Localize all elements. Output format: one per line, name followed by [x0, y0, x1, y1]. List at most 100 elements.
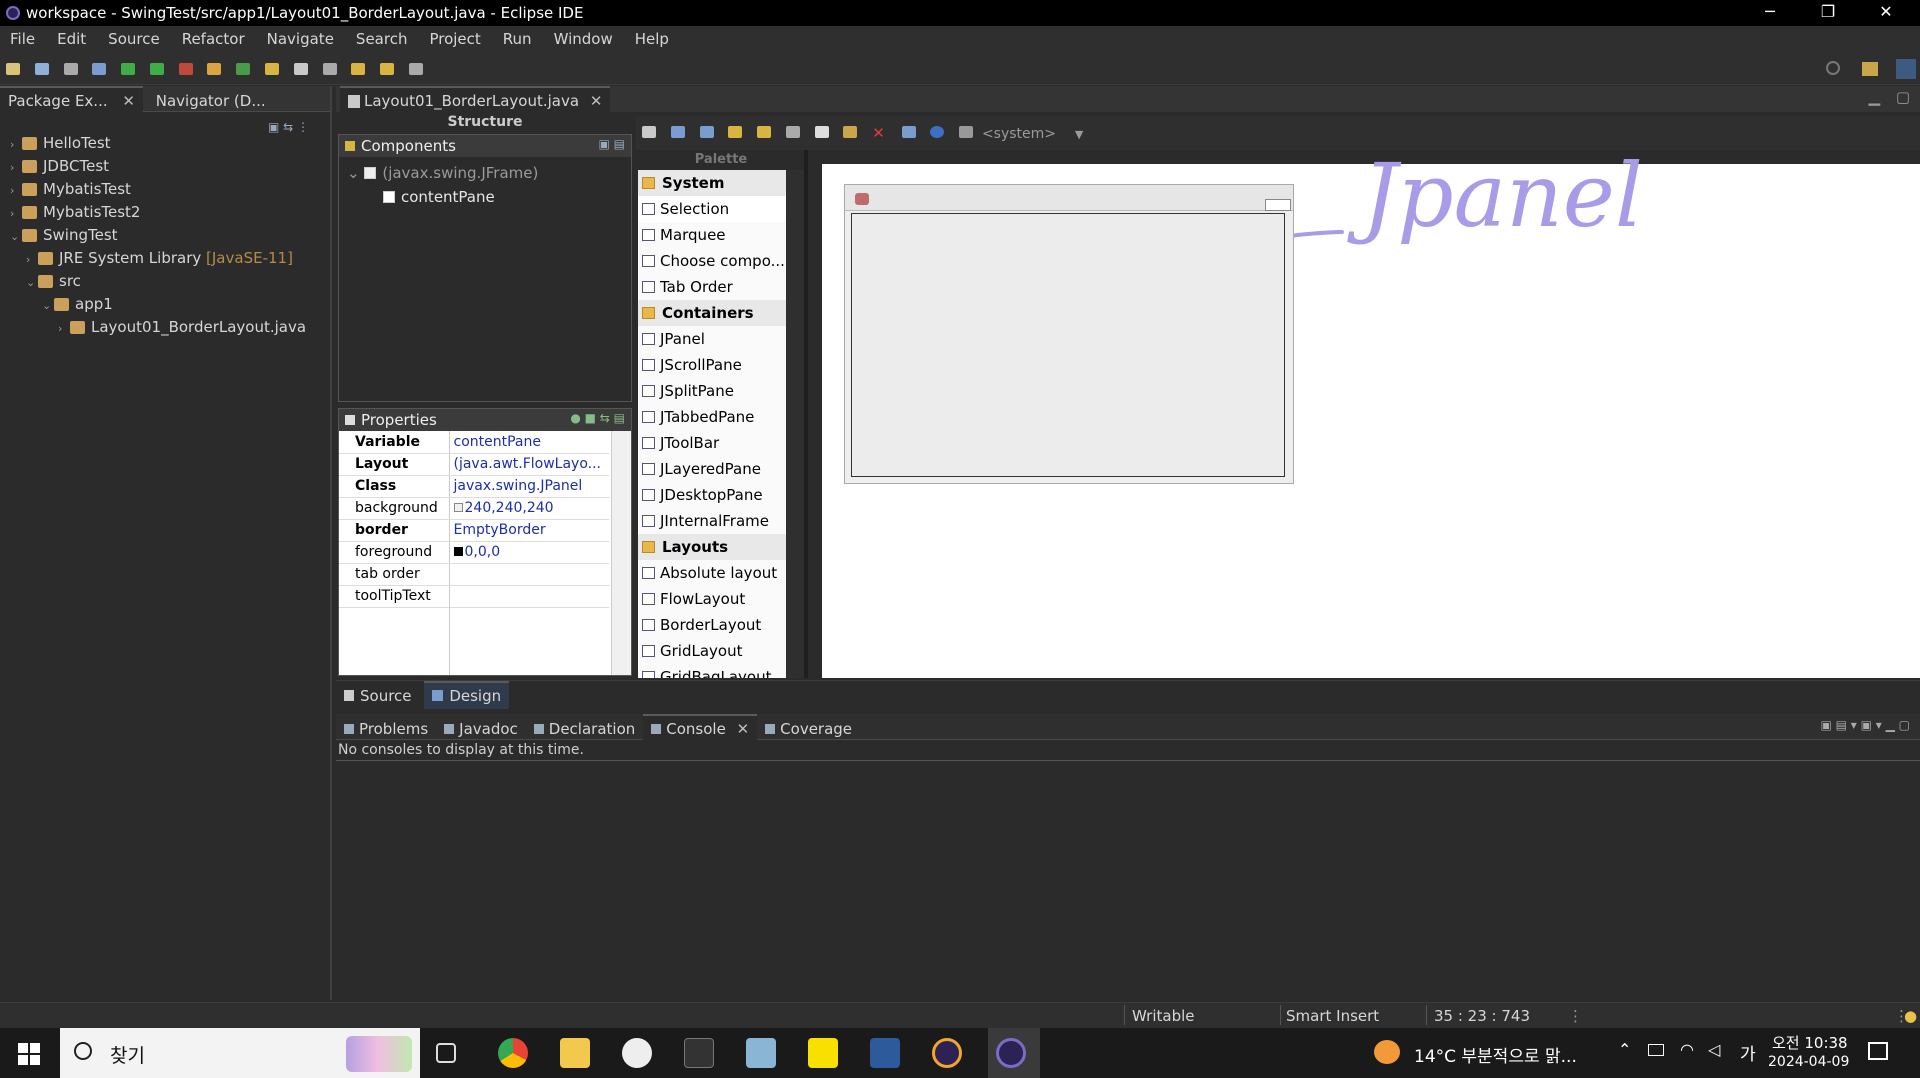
paste-icon[interactable] — [843, 126, 858, 138]
delete-icon[interactable]: ✕ — [872, 124, 885, 142]
palette-item[interactable]: Selection — [638, 196, 804, 222]
chevron-down-icon[interactable]: ▼ — [1075, 128, 1083, 141]
sql-developer-icon[interactable] — [870, 1038, 900, 1068]
property-value[interactable]: 240,240,240 — [449, 497, 609, 520]
palette-category[interactable]: Layouts — [638, 534, 804, 560]
close-tab-icon[interactable]: ✕ — [590, 92, 603, 110]
debug-icon[interactable] — [92, 63, 107, 75]
properties-scrollbar[interactable] — [611, 431, 631, 675]
tree-item[interactable]: › JRE System Library [JavaSE-11] — [0, 247, 330, 270]
jframe-control[interactable] — [1265, 199, 1291, 211]
tree-arrow-icon[interactable]: › — [58, 317, 70, 340]
property-row[interactable]: background 240,240,240 — [339, 497, 609, 520]
tree-arrow-icon[interactable]: ⌄ — [42, 294, 54, 317]
menu-help[interactable]: Help — [625, 26, 681, 48]
palette-item[interactable]: JPanel — [638, 326, 804, 352]
maximize-button[interactable]: ❐ — [1808, 2, 1848, 21]
menu-run[interactable]: Run — [493, 26, 544, 48]
palette-item[interactable]: JSplitPane — [638, 378, 804, 404]
expand-collapse-icon[interactable]: ▣ ▤ — [599, 137, 626, 151]
palette-item[interactable]: GridLayout — [638, 638, 804, 664]
property-value[interactable]: 0,0,0 — [449, 541, 609, 564]
eclipse-active-icon[interactable] — [996, 1038, 1026, 1068]
close-icon[interactable]: ✕ — [737, 720, 750, 738]
game-app-icon[interactable] — [622, 1038, 652, 1068]
undo-icon[interactable] — [728, 126, 743, 138]
palette-item[interactable]: Tab Order — [638, 274, 804, 300]
tab-javadoc[interactable]: Javadoc — [436, 716, 526, 742]
palette-item[interactable]: JDesktopPane — [638, 482, 804, 508]
open-type-icon[interactable] — [265, 63, 280, 75]
tree-arrow-icon[interactable]: › — [26, 248, 38, 271]
collapse-all-icon[interactable]: ▣ ⇆ ⋮ — [268, 120, 309, 134]
tab-layout01-borderlayout[interactable]: Layout01_BorderLayout.java ✕ — [340, 86, 611, 114]
tree-arrow-icon[interactable]: › — [10, 156, 22, 179]
preview-icon[interactable] — [699, 126, 714, 138]
forward-icon[interactable] — [380, 63, 395, 75]
switch-to-code-icon[interactable] — [670, 126, 685, 138]
new-java-project-icon[interactable] — [207, 63, 222, 75]
tree-arrow-icon[interactable]: › — [10, 133, 22, 156]
palette-item[interactable]: JLayeredPane — [638, 456, 804, 482]
menu-search[interactable]: Search — [346, 26, 420, 48]
property-value[interactable]: (java.awt.FlowLayo... — [449, 453, 609, 476]
minimize-editor-icon[interactable]: ▁ — [1868, 88, 1880, 106]
kakaotalk-icon[interactable] — [808, 1038, 838, 1068]
tree-arrow-icon[interactable]: ⌄ — [10, 225, 22, 248]
menu-navigate[interactable]: Navigate — [257, 26, 346, 48]
jframe-titlebar[interactable] — [845, 185, 1293, 211]
minimize-button[interactable]: ─ — [1750, 2, 1790, 21]
tab-declaration[interactable]: Declaration — [526, 716, 643, 742]
component-contentpane[interactable]: contentPane — [347, 185, 623, 209]
annotation-icon[interactable] — [322, 63, 337, 75]
tip-icon[interactable]: ● — [1904, 1007, 1917, 1025]
globe-icon[interactable] — [930, 126, 945, 138]
palette-item[interactable]: JScrollPane — [638, 352, 804, 378]
tree-item[interactable]: ⌄ SwingTest — [0, 224, 330, 247]
notification-icon[interactable] — [1868, 1042, 1888, 1060]
palette-item[interactable]: GridBagLayout — [638, 664, 804, 678]
save-all-icon[interactable] — [63, 63, 78, 75]
test-gui-icon[interactable] — [642, 126, 656, 138]
console-toolbar-icons[interactable]: ▣ ▤ ▾ ▣ ▾ ▁ ▢ — [1820, 718, 1910, 732]
palette-item[interactable]: BorderLayout — [638, 612, 804, 638]
menu-refactor[interactable]: Refactor — [172, 26, 257, 48]
property-row[interactable]: border EmptyBorder — [339, 519, 609, 542]
property-row[interactable]: toolTipText — [339, 585, 609, 608]
contentpane-panel[interactable] — [851, 213, 1285, 477]
tab-coverage[interactable]: Coverage — [757, 716, 860, 742]
task-view-icon[interactable] — [436, 1043, 456, 1063]
tree-item[interactable]: ⌄ src — [0, 270, 330, 293]
palette-item[interactable]: Choose compo... — [638, 248, 804, 274]
speaker-icon[interactable]: ◁ — [1708, 1040, 1720, 1059]
taskbar-search-box[interactable]: 찾기 — [60, 1028, 420, 1078]
battery-icon[interactable] — [1648, 1044, 1664, 1056]
back-icon[interactable] — [351, 63, 366, 75]
externalize-strings-icon[interactable] — [901, 126, 916, 138]
palette-item[interactable]: JToolBar — [638, 430, 804, 456]
redo-icon[interactable] — [757, 126, 772, 138]
tab-source[interactable]: Source — [336, 683, 420, 709]
property-value[interactable]: javax.swing.JPanel — [449, 475, 609, 498]
property-row[interactable]: foreground 0,0,0 — [339, 541, 609, 564]
new-icon[interactable] — [6, 63, 20, 75]
property-value[interactable] — [449, 563, 609, 586]
status-more-icon[interactable]: ⋮ — [1568, 1007, 1583, 1025]
menu-project[interactable]: Project — [419, 26, 492, 48]
tree-arrow-icon[interactable]: › — [10, 202, 22, 225]
java-perspective-icon[interactable] — [1896, 59, 1916, 79]
tab-navigator[interactable]: Navigator (D... — [148, 88, 274, 114]
external-tools-icon[interactable] — [178, 63, 193, 75]
look-and-feel-icon[interactable] — [959, 126, 974, 138]
palette-item[interactable]: Absolute layout — [638, 560, 804, 586]
clock-date[interactable]: 2024-04-09 — [1768, 1054, 1849, 1070]
cut-icon[interactable] — [785, 126, 800, 138]
ime-indicator[interactable]: 가 — [1740, 1040, 1756, 1065]
run-icon[interactable] — [121, 63, 136, 75]
menu-window[interactable]: Window — [544, 26, 625, 48]
property-value[interactable] — [449, 585, 609, 608]
palette-category[interactable]: Containers — [638, 300, 804, 326]
menu-source[interactable]: Source — [98, 26, 172, 48]
menu-file[interactable]: File — [0, 26, 47, 48]
tree-item[interactable]: ⌄ app1 — [0, 293, 330, 316]
